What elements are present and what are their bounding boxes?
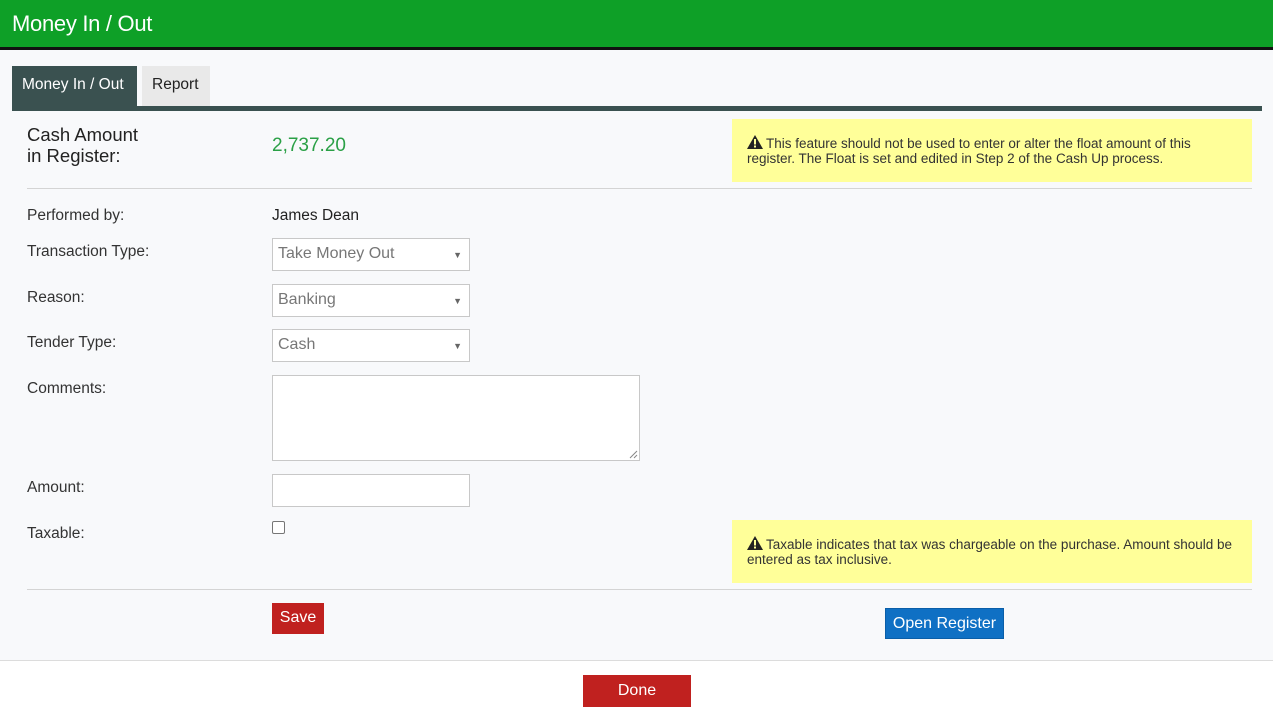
done-button[interactable]: Done bbox=[583, 675, 691, 707]
warning-icon bbox=[747, 135, 763, 149]
resize-grip-icon[interactable] bbox=[629, 450, 638, 459]
divider-bottom bbox=[27, 589, 1252, 590]
divider-top bbox=[27, 188, 1252, 189]
performed-by-value: James Dean bbox=[272, 207, 360, 224]
open-register-button[interactable]: Open Register bbox=[885, 608, 1004, 639]
transaction-type-select[interactable]: Take Money Out ▼ bbox=[272, 238, 470, 271]
cash-amount-label-line2: in Register: bbox=[27, 145, 121, 166]
reason-label: Reason: bbox=[27, 289, 85, 306]
transaction-type-label: Transaction Type: bbox=[27, 243, 150, 260]
reason-select[interactable]: Banking ▼ bbox=[272, 284, 470, 317]
reason-value: Banking bbox=[278, 291, 336, 308]
taxable-checkbox[interactable] bbox=[272, 521, 285, 534]
window-title: Money In / Out bbox=[12, 11, 153, 36]
comments-textarea[interactable] bbox=[272, 375, 640, 461]
caret-down-icon: ▼ bbox=[453, 250, 462, 260]
cash-amount-label-line1: Cash Amount bbox=[27, 124, 139, 145]
tab-money-in-out[interactable]: Money In / Out bbox=[12, 66, 137, 106]
cash-amount-value: 2,737.20 bbox=[272, 135, 346, 156]
transaction-type-value: Take Money Out bbox=[278, 245, 395, 262]
performed-by-label: Performed by: bbox=[27, 207, 125, 224]
amount-label: Amount: bbox=[27, 479, 85, 496]
tender-type-value: Cash bbox=[278, 336, 316, 353]
comments-label: Comments: bbox=[27, 380, 107, 397]
title-bar: Money In / Out bbox=[0, 0, 1273, 50]
main-panel: Money In / Out Report Cash Amount in Reg… bbox=[0, 50, 1273, 661]
float-warning-note: This feature should not be used to enter… bbox=[732, 119, 1252, 182]
amount-input[interactable] bbox=[272, 474, 470, 507]
warning-icon bbox=[747, 536, 763, 550]
caret-down-icon: ▼ bbox=[453, 296, 462, 306]
taxable-warning-note: Taxable indicates that tax was chargeabl… bbox=[732, 520, 1252, 583]
caret-down-icon: ▼ bbox=[453, 341, 462, 351]
cash-amount-label: Cash Amount in Register: bbox=[27, 124, 138, 166]
tender-type-label: Tender Type: bbox=[27, 334, 117, 351]
tab-underline bbox=[12, 106, 1262, 111]
tab-report[interactable]: Report bbox=[142, 66, 210, 106]
taxable-warning-text: Taxable indicates that tax was chargeabl… bbox=[747, 537, 1233, 567]
save-button[interactable]: Save bbox=[272, 603, 324, 634]
taxable-label: Taxable: bbox=[27, 525, 85, 542]
tender-type-select[interactable]: Cash ▼ bbox=[272, 329, 470, 362]
float-warning-text: This feature should not be used to enter… bbox=[747, 136, 1191, 166]
